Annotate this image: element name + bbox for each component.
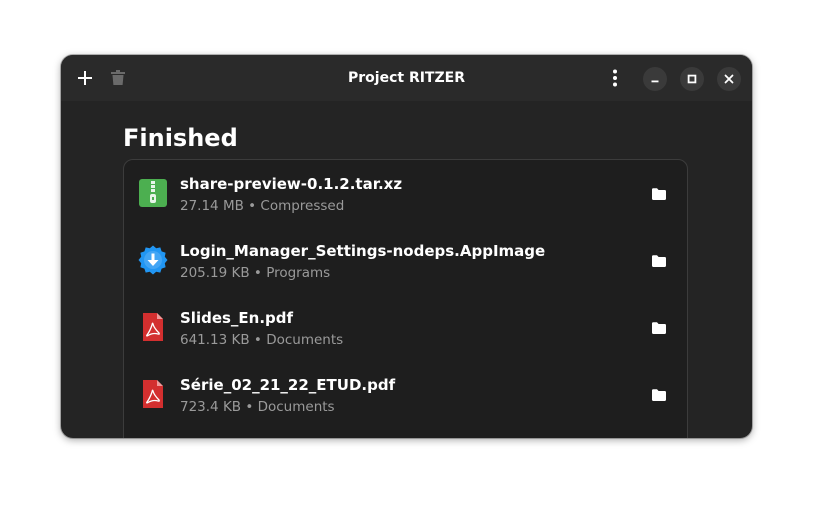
open-folder-button[interactable] xyxy=(649,385,669,405)
maximize-icon xyxy=(687,74,697,84)
pdf-icon xyxy=(143,313,163,341)
section-heading: Finished xyxy=(123,124,238,152)
folder-icon xyxy=(652,188,666,200)
open-folder-button[interactable] xyxy=(649,184,669,204)
minimize-icon xyxy=(651,80,659,83)
pdf-icon xyxy=(143,380,163,408)
download-row[interactable]: share-preview-0.1.2.tar.xz 27.14 MB • Co… xyxy=(124,160,687,227)
download-row[interactable]: Série_02_21_22_ETUD.pdf 723.4 KB • Docum… xyxy=(124,361,687,428)
open-folder-button[interactable] xyxy=(649,251,669,271)
download-name: Série_02_21_22_ETUD.pdf xyxy=(180,376,396,394)
download-details: 27.14 MB • Compressed xyxy=(180,198,345,214)
folder-icon xyxy=(652,389,666,401)
download-name: Slides_En.pdf xyxy=(180,309,294,327)
folder-icon xyxy=(652,322,666,334)
main-menu-button[interactable] xyxy=(604,66,626,90)
download-name: Login_Manager_Settings-nodeps.AppImage xyxy=(180,242,546,260)
kebab-menu-icon xyxy=(613,69,617,87)
minimize-button[interactable] xyxy=(643,67,667,91)
download-row[interactable]: Login_Manager_Settings-nodeps.AppImage 2… xyxy=(124,227,687,294)
close-button[interactable] xyxy=(717,67,741,91)
folder-icon xyxy=(652,255,666,267)
installer-icon xyxy=(138,245,168,275)
download-name: share-preview-0.1.2.tar.xz xyxy=(180,175,403,193)
maximize-button[interactable] xyxy=(680,67,704,91)
download-details: 723.4 KB • Documents xyxy=(180,399,335,415)
download-row[interactable]: Slides_En.pdf 641.13 KB • Documents xyxy=(124,294,687,361)
download-details: 205.19 KB • Programs xyxy=(180,265,331,281)
close-icon xyxy=(724,74,734,84)
app-window: Project RITZER Finished share-preview-0.… xyxy=(61,55,752,438)
download-details: 641.13 KB • Documents xyxy=(180,332,344,348)
headerbar: Project RITZER xyxy=(61,55,752,101)
open-folder-button[interactable] xyxy=(649,318,669,338)
archive-icon xyxy=(139,179,167,207)
downloads-list: share-preview-0.1.2.tar.xz 27.14 MB • Co… xyxy=(123,159,688,438)
